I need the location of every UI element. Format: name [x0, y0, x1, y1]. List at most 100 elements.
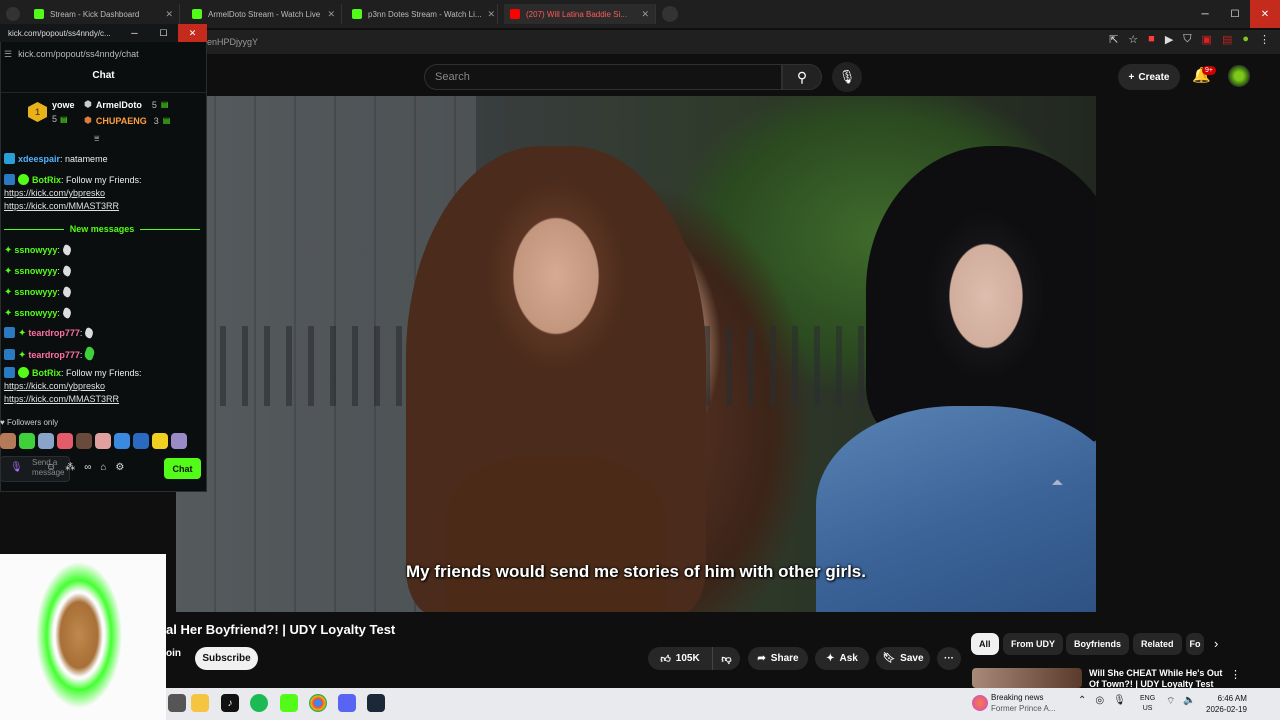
tab-p3nn-dotes-stream[interactable]: p3nn Dotes Stream - Watch Li... ✕: [346, 4, 498, 24]
new-tab-icon[interactable]: [662, 6, 678, 22]
video-player[interactable]: My friends would send me stories of him …: [176, 96, 1096, 612]
new-messages-divider[interactable]: New messages: [4, 223, 201, 235]
account-avatar[interactable]: [1228, 65, 1250, 87]
leader-name[interactable]: yowe: [52, 100, 75, 110]
emote-icon[interactable]: [114, 433, 130, 449]
create-button[interactable]: + Create: [1118, 64, 1180, 90]
emote-icon[interactable]: [38, 433, 54, 449]
chevron-right-icon[interactable]: ›: [1214, 636, 1218, 651]
extension-red-icon[interactable]: ▣: [1202, 33, 1212, 46]
site-settings-icon[interactable]: ☰: [4, 49, 12, 60]
chat-link[interactable]: https://kick.com/ybpresko: [4, 188, 105, 198]
emote-icon[interactable]: [171, 433, 187, 449]
steam-icon[interactable]: [367, 694, 385, 712]
chevron-up-icon[interactable]: ⌃: [1078, 695, 1086, 706]
play-icon[interactable]: ▶: [1165, 33, 1173, 46]
ask-button[interactable]: ✦ Ask: [815, 647, 869, 670]
chat-username[interactable]: ssnowyyy: [14, 245, 57, 255]
tray-app-icon[interactable]: ◎: [1095, 695, 1104, 706]
volume-icon[interactable]: 🔈: [1183, 695, 1195, 708]
bookmark-star-icon[interactable]: ☆: [1128, 33, 1138, 46]
language-indicator[interactable]: ENG US: [1140, 694, 1155, 714]
save-button[interactable]: 🔖︎ Save: [876, 647, 930, 670]
chat-username[interactable]: BotRix: [32, 175, 61, 185]
recommended-title[interactable]: Will She CHEAT While He's Out Of Town?! …: [1089, 668, 1229, 688]
emote-icon[interactable]: [133, 433, 149, 449]
leader-name[interactable]: CHUPAENG: [96, 116, 147, 126]
discord-icon[interactable]: [338, 694, 356, 712]
chip-all[interactable]: All: [971, 633, 999, 655]
profile-icon[interactable]: ●: [1242, 33, 1249, 46]
close-window-icon[interactable]: ✕: [178, 24, 207, 42]
microphone-icon[interactable]: 🎙: [10, 462, 23, 473]
recommended-menu-icon[interactable]: ⋮: [1230, 668, 1241, 681]
tab-armeldoto-stream[interactable]: ArmelDoto Stream - Watch Live ✕: [186, 4, 342, 24]
close-tab-icon[interactable]: ✕: [488, 9, 496, 20]
close-tab-icon[interactable]: ✕: [641, 9, 649, 20]
clock[interactable]: 6:46 AM 2026-02-19: [1206, 693, 1247, 715]
menu-dots-icon[interactable]: ⋮: [1259, 33, 1270, 46]
tiktok-icon[interactable]: ♪: [221, 694, 239, 712]
emote-icon[interactable]: [57, 433, 73, 449]
microphone-icon[interactable]: 🎙: [1113, 695, 1126, 706]
gift-icon[interactable]: ⌂: [100, 462, 106, 473]
chat-link[interactable]: https://kick.com/ybpresko: [4, 381, 105, 391]
apps-icon[interactable]: ⁂: [65, 462, 75, 473]
emote-icon[interactable]: [95, 433, 111, 449]
like-button[interactable]: 👍︎ 105K: [648, 647, 712, 670]
infinity-icon[interactable]: ∞: [84, 462, 91, 473]
more-actions-button[interactable]: ···: [937, 647, 961, 670]
wifi-icon[interactable]: ⌔: [1166, 695, 1175, 708]
chat-username[interactable]: ssnowyyy: [14, 287, 57, 297]
extension-icon[interactable]: ▤: [1222, 33, 1232, 46]
tab-kick-dashboard[interactable]: Stream - Kick Dashboard ✕: [28, 4, 180, 24]
chat-username[interactable]: teardrop777: [28, 350, 80, 360]
chat-link[interactable]: https://kick.com/MMAST3RR: [4, 394, 119, 404]
leader-name[interactable]: ArmelDoto: [96, 100, 142, 110]
send-chat-button[interactable]: Chat: [164, 458, 201, 479]
expand-leaderboard-icon[interactable]: ⩸: [94, 133, 99, 144]
chat-username[interactable]: teardrop777: [28, 328, 80, 338]
minimize-icon[interactable]: ─: [1190, 0, 1220, 28]
chip-from-udy[interactable]: From UDY: [1003, 633, 1064, 655]
news-title[interactable]: Breaking news: [991, 693, 1043, 702]
recommended-thumbnail[interactable]: [972, 668, 1082, 688]
emote-icon[interactable]: [152, 433, 168, 449]
dislike-button[interactable]: 👎︎: [712, 647, 740, 670]
search-icon[interactable]: ⚲: [782, 64, 822, 90]
emote-icon[interactable]: [76, 433, 92, 449]
tab-youtube-video[interactable]: (207) Will Latina Baddie Si... ✕: [504, 4, 656, 24]
close-tab-icon[interactable]: ✕: [327, 9, 335, 20]
chat-username[interactable]: ssnowyyy: [14, 308, 57, 318]
chat-link[interactable]: https://kick.com/MMAST3RR: [4, 201, 119, 211]
shield-icon[interactable]: ⛉: [1183, 33, 1191, 46]
chip-more[interactable]: Fo: [1186, 633, 1204, 655]
news-icon[interactable]: [972, 695, 988, 711]
join-button[interactable]: oin: [166, 648, 181, 659]
news-subtitle[interactable]: Former Prince A...: [991, 704, 1055, 713]
kick-address-bar[interactable]: ☰ kick.com/popout/ss4nndy/chat: [0, 44, 207, 64]
close-window-icon[interactable]: ✕: [1250, 0, 1280, 28]
chip-related[interactable]: Related: [1133, 633, 1182, 655]
subscribe-button[interactable]: Subscribe: [195, 647, 258, 670]
file-explorer-icon[interactable]: [191, 694, 209, 712]
install-app-icon[interactable]: ⇱: [1109, 33, 1118, 46]
chip-boyfriends[interactable]: Boyfriends: [1066, 633, 1130, 655]
search-input[interactable]: Search: [424, 64, 782, 90]
taskbar-app-icon[interactable]: [168, 694, 186, 712]
chat-username[interactable]: ssnowyyy: [14, 266, 57, 276]
minimize-icon[interactable]: ─: [120, 24, 149, 42]
mic-icon[interactable]: 🎙: [832, 62, 862, 92]
maximize-icon[interactable]: ☐: [1220, 0, 1250, 28]
emote-icon[interactable]: [0, 433, 16, 449]
kick-app-icon[interactable]: [280, 694, 298, 712]
browser-menu-icon[interactable]: [6, 7, 20, 21]
share-button[interactable]: ➦ Share: [748, 647, 808, 670]
emote-picker-icon[interactable]: ☺: [46, 462, 56, 473]
extension-icon[interactable]: ■: [1148, 33, 1155, 46]
close-tab-icon[interactable]: ✕: [165, 9, 173, 20]
chrome-icon[interactable]: [309, 694, 327, 712]
chat-username[interactable]: BotRix: [32, 368, 61, 378]
emote-icon[interactable]: [19, 433, 35, 449]
maximize-icon[interactable]: ☐: [149, 24, 178, 42]
